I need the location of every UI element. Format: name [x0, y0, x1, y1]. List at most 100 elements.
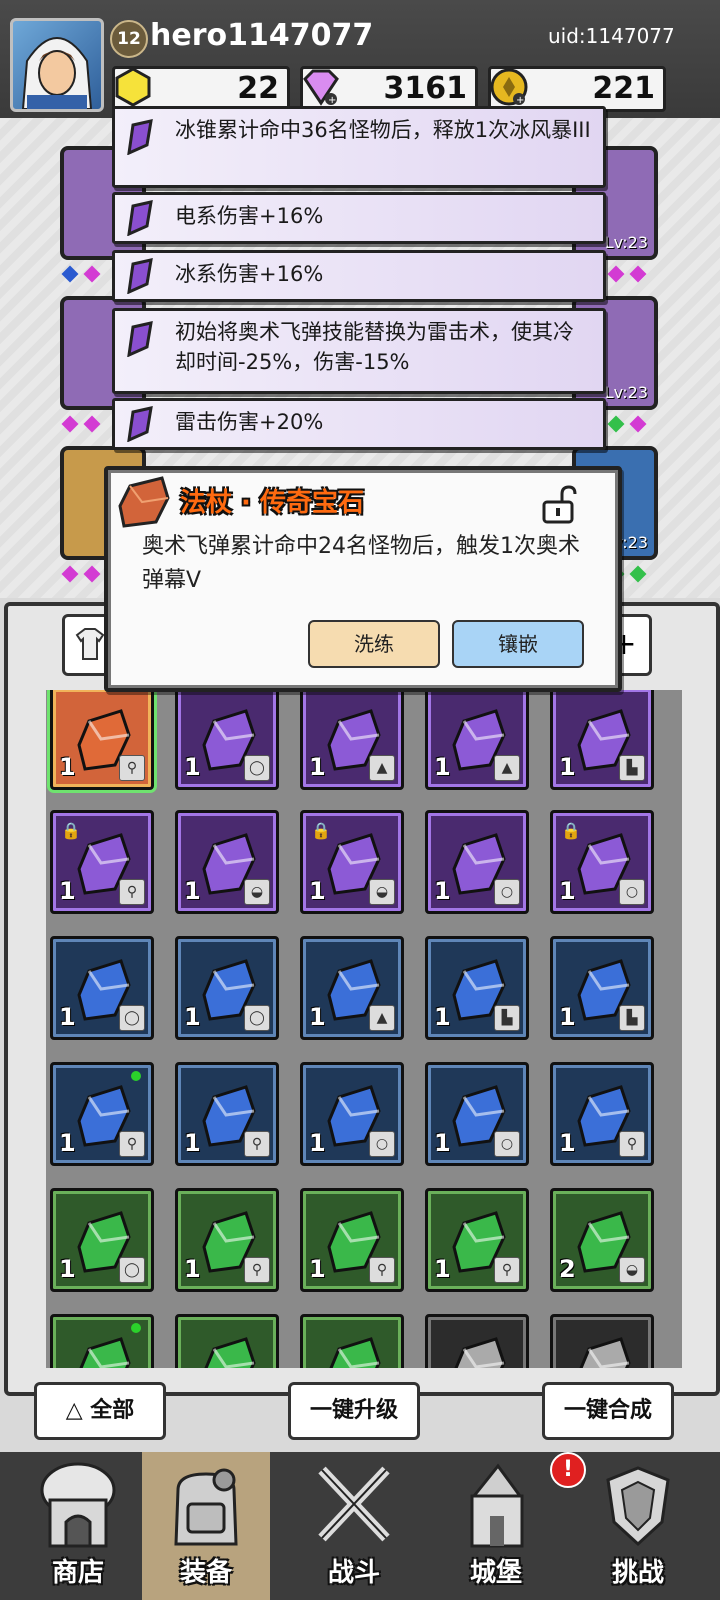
- inventory-gem-blue[interactable]: 1 ▙: [425, 936, 529, 1040]
- inventory-gem-blue[interactable]: 1 ▲: [300, 936, 404, 1040]
- purple-gem-icon: [127, 200, 153, 236]
- filter-all-button[interactable]: △ 全部: [34, 1382, 166, 1440]
- equip-level: Lv:23: [604, 383, 648, 402]
- nav-challenge[interactable]: 挑战: [574, 1452, 702, 1600]
- green-crystal-icon: [204, 1337, 256, 1368]
- inventory-gem-green[interactable]: 1 ⚲: [425, 1188, 529, 1292]
- inventory-gem-green[interactable]: 2 ◒: [550, 1188, 654, 1292]
- upgrade-all-button[interactable]: 一键升级: [288, 1382, 420, 1440]
- inventory-gem-purple[interactable]: 1 ◒: [175, 810, 279, 914]
- inventory-gem-purple[interactable]: 1 ▲: [425, 690, 529, 790]
- gray-crystal-icon: [454, 1337, 506, 1368]
- triangle-up-icon: △: [65, 1398, 83, 1423]
- player-username: hero1147077: [150, 18, 374, 53]
- inventory-gem-blue[interactable]: 1 ▙: [550, 936, 654, 1040]
- purple-diamond-icon: +: [303, 69, 339, 106]
- hat-slot-icon: ◒: [619, 1257, 645, 1283]
- inventory-gem-green[interactable]: [175, 1314, 279, 1368]
- gem-quantity: 1: [309, 877, 326, 905]
- stat-line: 雷击伤害+20%: [112, 398, 606, 450]
- inventory-gem-blue[interactable]: 1 ◯: [50, 936, 154, 1040]
- gem-quantity: 1: [309, 1129, 326, 1157]
- new-indicator-dot: [131, 1323, 141, 1333]
- gem-quantity: 1: [309, 1003, 326, 1031]
- boots-slot-icon: ▙: [494, 1005, 520, 1031]
- inventory-gem-orange[interactable]: 1 ⚲: [47, 690, 157, 793]
- inlay-button[interactable]: 镶嵌: [452, 620, 584, 668]
- inventory-gem-green[interactable]: 1 ◯: [50, 1188, 154, 1292]
- merge-all-button[interactable]: 一键合成: [542, 1382, 674, 1440]
- svg-text:+: +: [328, 95, 336, 106]
- inventory-gem-purple[interactable]: 1 ◒ 🔒: [300, 810, 404, 914]
- inventory-gem-purple[interactable]: 1 ◯: [175, 690, 279, 790]
- stat-text: 冰锥累计命中36名怪物后，释放1次冰风暴III: [175, 118, 591, 142]
- stat-line: 初始将奥术飞弹技能替换为雷击术，使其冷却时间-25%，伤害-15%: [112, 308, 606, 394]
- inventory-gem-blue[interactable]: 1 ○: [300, 1062, 404, 1166]
- inventory-gem-green[interactable]: [300, 1314, 404, 1368]
- currency-coin-value: 221: [592, 71, 655, 106]
- gem-quantity: 1: [434, 1129, 451, 1157]
- stat-text: 雷击伤害+20%: [175, 410, 324, 434]
- inventory-gem-green[interactable]: 1 ⚲: [300, 1188, 404, 1292]
- inventory-gem-purple[interactable]: 1 ▲: [300, 690, 404, 790]
- inventory-gem-purple[interactable]: 1 ○ 🔒: [550, 810, 654, 914]
- nav-castle-label: 城堡: [469, 1558, 522, 1588]
- inventory-gem-purple[interactable]: 1 ▙: [550, 690, 654, 790]
- inventory-gem-green[interactable]: 1 ⚲: [175, 1188, 279, 1292]
- gem-quantity: 1: [59, 1003, 76, 1031]
- inventory-gem-blue[interactable]: 1 ⚲: [175, 1062, 279, 1166]
- necklace-slot-icon: ○: [494, 879, 520, 905]
- gem-quantity: 1: [59, 753, 76, 781]
- nav-equipment-label: 装备: [179, 1558, 232, 1588]
- staff-slot-icon: ⚲: [369, 1257, 395, 1283]
- player-avatar[interactable]: [10, 18, 104, 112]
- svg-text:+: +: [516, 95, 524, 106]
- inventory-gem-purple[interactable]: 1 ⚲ 🔒: [50, 810, 154, 914]
- gem-quantity: 1: [559, 1003, 576, 1031]
- inventory-gem-green[interactable]: [50, 1314, 154, 1368]
- gem-quantity: 1: [434, 1003, 451, 1031]
- gem-quantity: 1: [59, 877, 76, 905]
- purple-gem-icon: [127, 258, 153, 294]
- popup-title: 法杖 · 传奇宝石: [180, 488, 364, 518]
- inventory-gem-gray[interactable]: [425, 1314, 529, 1368]
- gem-quantity: 1: [559, 877, 576, 905]
- boots-slot-icon: ▙: [619, 755, 645, 781]
- inventory-gem-purple[interactable]: 1 ○: [425, 810, 529, 914]
- backpack-icon: [174, 1468, 238, 1546]
- currency-gold-value: 22: [237, 71, 279, 106]
- filter-all-label: 全部: [90, 1398, 135, 1423]
- stat-text: 初始将奥术飞弹技能替换为雷击术，使其冷却时间-25%，伤害-15%: [175, 320, 574, 374]
- stat-text: 电系伤害+16%: [175, 204, 324, 228]
- ring-slot-icon: ◯: [119, 1257, 145, 1283]
- crossed-swords-icon: [318, 1466, 390, 1542]
- inventory-gem-blue[interactable]: 1 ◯: [175, 936, 279, 1040]
- popup-description: 奥术飞弹累计命中24名怪物后，触发1次奥术弹幕V: [142, 534, 580, 593]
- nav-battle[interactable]: 战斗: [290, 1452, 418, 1600]
- staff-slot-icon: ⚲: [494, 1257, 520, 1283]
- stat-line: 冰系伤害+16%: [112, 250, 606, 302]
- nav-equipment[interactable]: 装备: [142, 1452, 270, 1600]
- armor-slot-icon: ▲: [494, 755, 520, 781]
- player-uid: uid:1147077: [548, 24, 675, 48]
- gem-quantity: 1: [559, 1129, 576, 1157]
- unlock-icon[interactable]: [538, 484, 578, 524]
- inventory-gem-blue[interactable]: 1 ⚲: [550, 1062, 654, 1166]
- inventory-gem-gray[interactable]: [550, 1314, 654, 1368]
- stat-line: 冰锥累计命中36名怪物后，释放1次冰风暴III: [112, 106, 606, 188]
- inventory-gem-blue[interactable]: 1 ○: [425, 1062, 529, 1166]
- reforge-button[interactable]: 洗练: [308, 620, 440, 668]
- inventory-gem-blue[interactable]: 1 ⚲: [50, 1062, 154, 1166]
- nav-shop[interactable]: 商店: [14, 1452, 142, 1600]
- ring-slot-icon: ◯: [119, 1005, 145, 1031]
- gray-crystal-icon: [579, 1337, 631, 1368]
- hat-slot-icon: ◒: [369, 879, 395, 905]
- nav-castle[interactable]: ! 城堡: [432, 1452, 586, 1600]
- necklace-slot-icon: ○: [619, 879, 645, 905]
- staff-slot-icon: ⚲: [244, 1257, 270, 1283]
- green-crystal-icon: [329, 1337, 381, 1368]
- stat-text: 冰系伤害+16%: [175, 262, 324, 286]
- green-crystal-icon: [79, 1337, 131, 1368]
- gem-quantity: 1: [559, 753, 576, 781]
- gem-quantity: 1: [59, 1255, 76, 1283]
